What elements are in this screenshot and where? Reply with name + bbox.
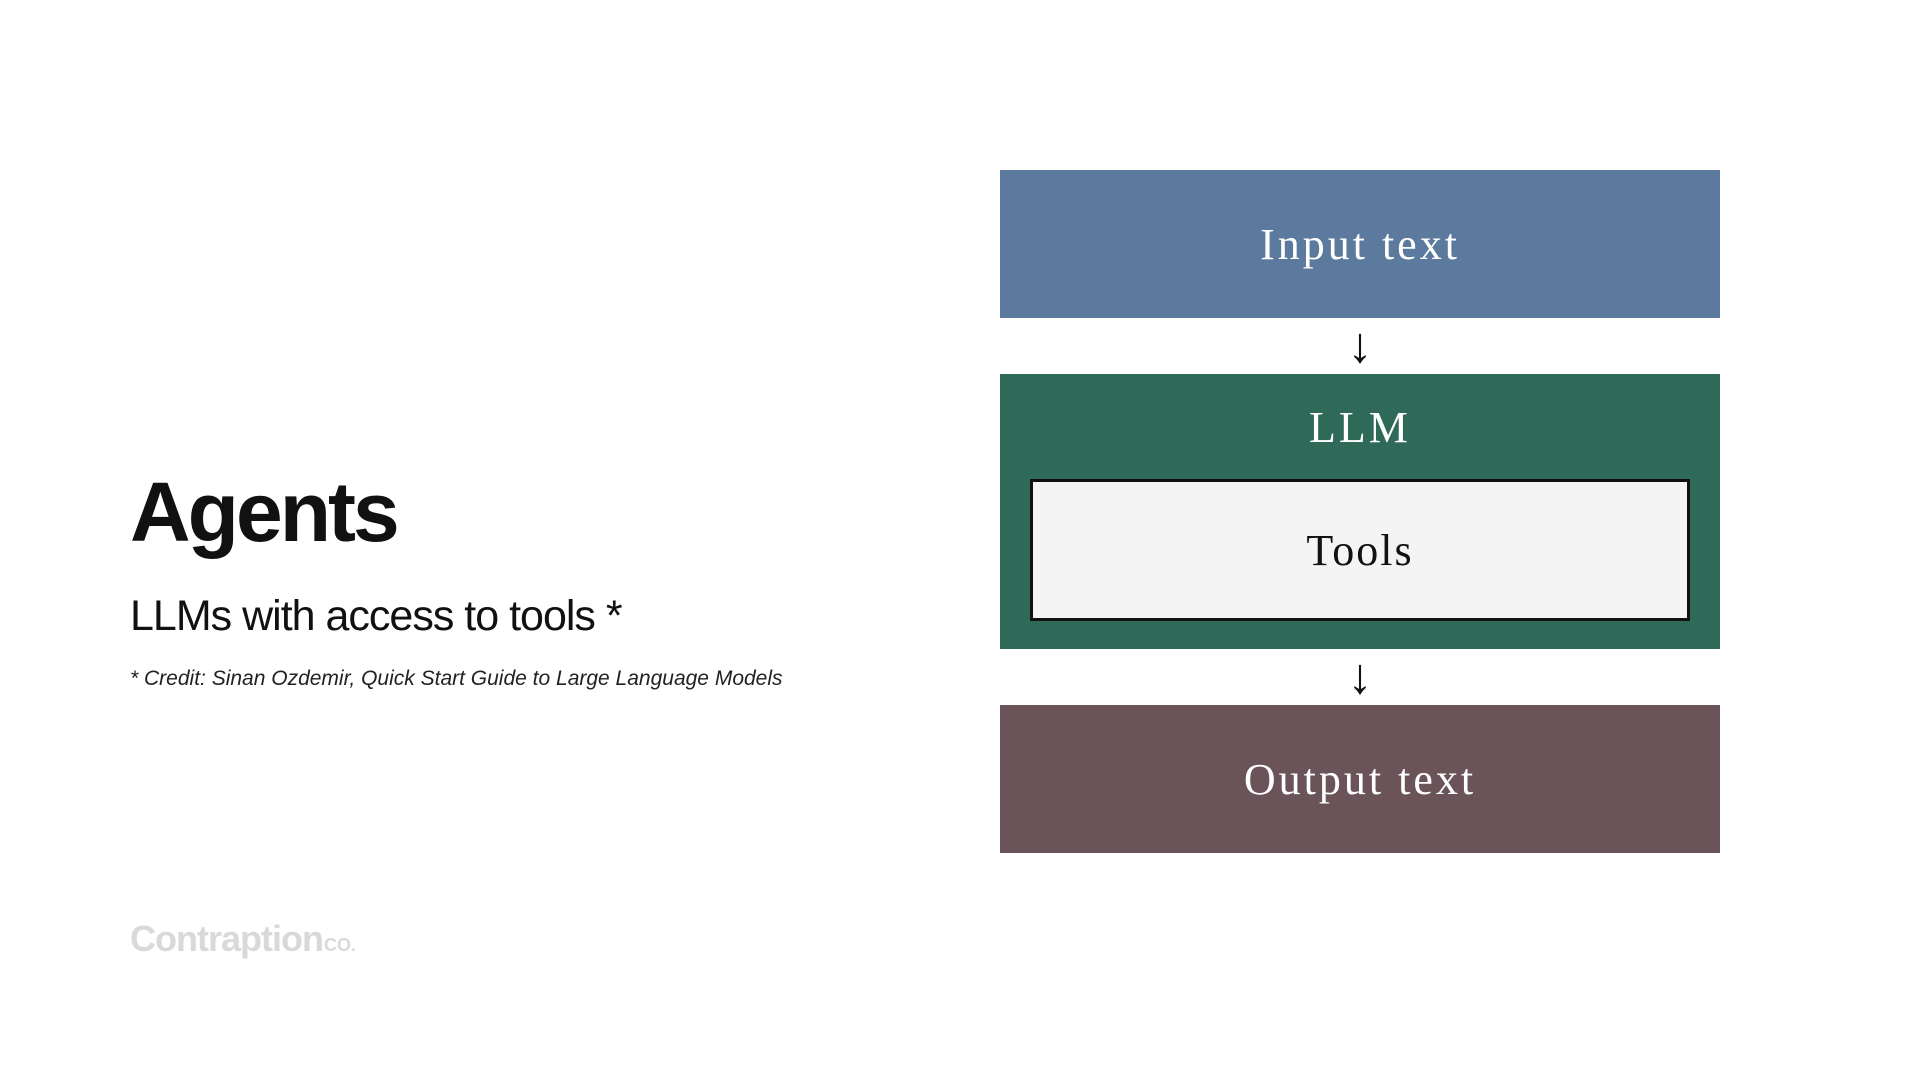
arrow-down-icon: ↓ [1348,651,1373,701]
logo-main: Contraption [130,918,323,959]
output-box: Output text [1000,705,1720,853]
credit-line: * Credit: Sinan Ozdemir, Quick Start Gui… [130,667,890,691]
input-box: Input text [1000,170,1720,318]
output-box-label: Output text [1244,754,1476,805]
arrow-down-icon: ↓ [1348,320,1373,370]
input-box-label: Input text [1260,219,1460,270]
flow-diagram: Input text ↓ LLM Tools ↓ Output text [1000,170,1720,853]
logo-suffix: CO. [324,935,356,955]
tools-box: Tools [1030,479,1690,621]
left-column: Agents LLMs with access to tools * * Cre… [130,470,890,691]
llm-box: LLM Tools [1000,374,1720,649]
slide: Agents LLMs with access to tools * * Cre… [0,0,1920,1080]
slide-title: Agents [130,470,890,554]
brand-logo: ContraptionCO. [130,918,356,960]
slide-subtitle: LLMs with access to tools * [130,592,890,641]
llm-box-label: LLM [1309,402,1411,453]
tools-box-label: Tools [1306,525,1413,576]
